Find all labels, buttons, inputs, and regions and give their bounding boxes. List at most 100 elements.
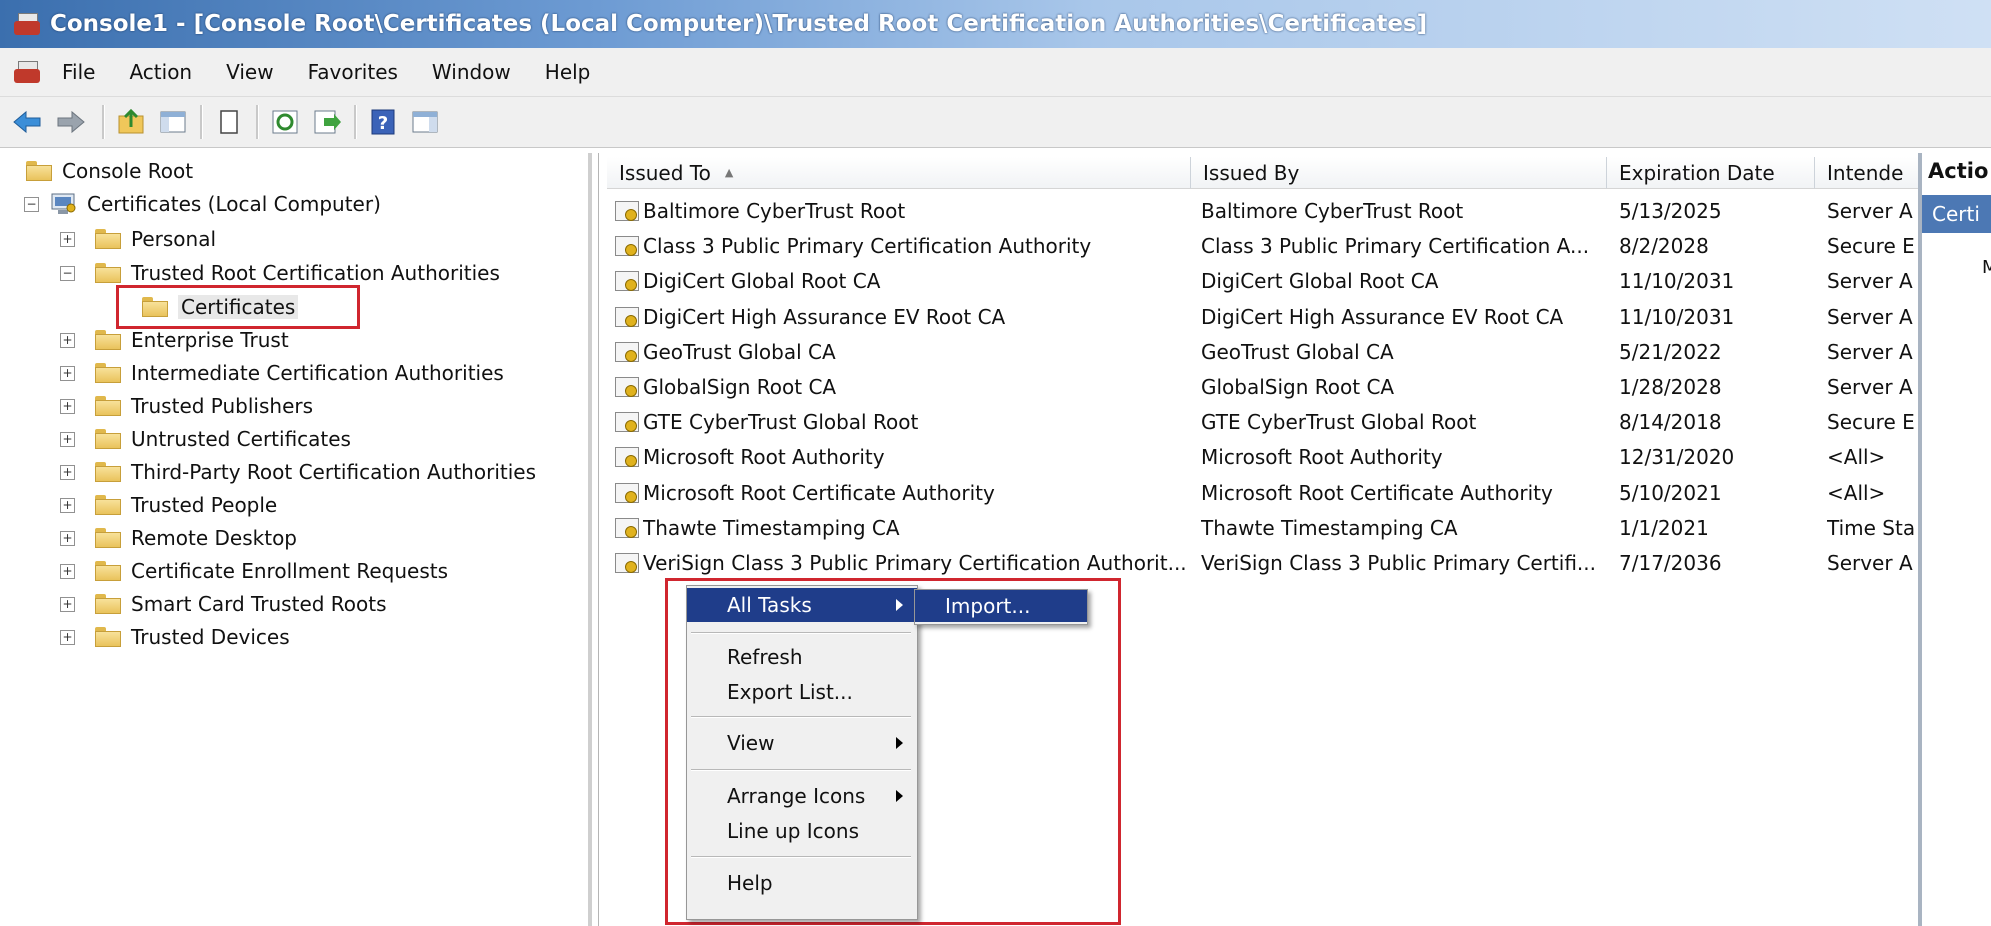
table-row[interactable]: Class 3 Public Primary Certification Aut… bbox=[607, 230, 1917, 265]
menu-view[interactable]: View bbox=[226, 60, 273, 84]
collapse-toggle[interactable]: − bbox=[24, 196, 39, 212]
tree-node-label: Personal bbox=[131, 227, 217, 251]
tree-item-third-party-root[interactable]: + Third-Party Root Certification Authori… bbox=[60, 457, 536, 487]
certificate-icon bbox=[615, 271, 639, 293]
folder-icon bbox=[95, 594, 121, 614]
tree-item-trusted-root[interactable]: − Trusted Root Certification Authorities bbox=[60, 258, 500, 288]
cell-issued-to: DigiCert High Assurance EV Root CA bbox=[643, 304, 1006, 329]
expand-toggle[interactable]: + bbox=[60, 464, 75, 480]
table-row[interactable]: VeriSign Class 3 Public Primary Certific… bbox=[607, 547, 1917, 582]
back-arrow-icon[interactable] bbox=[12, 107, 42, 137]
menu-item-refresh[interactable]: Refresh bbox=[687, 640, 917, 674]
cell-intended-purposes: Time Sta bbox=[1827, 515, 1916, 540]
menu-action[interactable]: Action bbox=[129, 60, 192, 84]
column-header-issued-to[interactable]: Issued To ▲ bbox=[607, 157, 1191, 189]
tree-item-personal[interactable]: + Personal bbox=[60, 224, 216, 254]
menu-item-arrange-icons[interactable]: Arrange Icons bbox=[687, 779, 917, 813]
cell-expiration-date: 1/28/2028 bbox=[1619, 375, 1722, 399]
expand-toggle[interactable]: + bbox=[60, 530, 75, 546]
tree-node-label: Trusted Publishers bbox=[131, 394, 314, 418]
tree-item-untrusted-certificates[interactable]: + Untrusted Certificates bbox=[60, 424, 351, 454]
expand-toggle[interactable]: + bbox=[60, 596, 75, 612]
menu-item-view[interactable]: View bbox=[687, 726, 917, 760]
table-row[interactable]: GlobalSign Root CA GlobalSign Root CA 1/28… bbox=[607, 371, 1917, 406]
tree-item-trusted-people[interactable]: + Trusted People bbox=[60, 490, 277, 520]
submenu-arrow-icon bbox=[896, 790, 903, 802]
certificate-icon bbox=[615, 341, 639, 364]
actions-section-certificates[interactable]: Certi bbox=[1922, 195, 1991, 233]
cell-expiration-date: 11/10/2031 bbox=[1619, 304, 1735, 329]
tree-item-remote-desktop[interactable]: + Remote Desktop bbox=[60, 523, 297, 553]
tree-item-enrollment-requests[interactable]: + Certificate Enrollment Requests bbox=[60, 556, 448, 586]
cell-expiration-date: 5/10/2021 bbox=[1619, 480, 1722, 505]
tree-item-enterprise-trust[interactable]: + Enterprise Trust bbox=[60, 325, 289, 355]
cell-issued-by: GTE CyberTrust Global Root bbox=[1201, 410, 1477, 435]
menu-file[interactable]: File bbox=[62, 60, 95, 84]
computer-certificates-icon bbox=[51, 192, 77, 216]
system-menu-icon[interactable] bbox=[12, 59, 42, 85]
menu-favorites[interactable]: Favorites bbox=[308, 60, 398, 84]
expand-toggle[interactable]: + bbox=[60, 332, 75, 348]
menu-item-import[interactable]: Import... bbox=[915, 590, 1087, 622]
column-header-expiration-date[interactable]: Expiration Date bbox=[1607, 157, 1815, 189]
menu-item-label: Refresh bbox=[727, 645, 803, 669]
collapse-toggle[interactable]: − bbox=[60, 265, 75, 281]
show-hide-tree-icon[interactable] bbox=[158, 107, 188, 137]
cell-issued-by: DigiCert Global Root CA bbox=[1201, 269, 1439, 294]
toolbar: ? bbox=[0, 97, 1991, 148]
export-list-icon[interactable] bbox=[312, 107, 342, 137]
column-header-intended-purposes[interactable]: Intende bbox=[1815, 157, 1919, 189]
tree-item-trusted-publishers[interactable]: + Trusted Publishers bbox=[60, 391, 313, 421]
cell-intended-purposes: Server A bbox=[1827, 339, 1913, 364]
menu-item-export-list[interactable]: Export List... bbox=[687, 675, 917, 709]
cell-issued-by: DigiCert High Assurance EV Root CA bbox=[1201, 304, 1564, 329]
expand-toggle[interactable]: + bbox=[60, 398, 75, 414]
expand-toggle[interactable]: + bbox=[60, 231, 75, 247]
table-row[interactable]: GeoTrust Global CA GeoTrust Global CA 5/21… bbox=[607, 336, 1917, 371]
expand-toggle[interactable]: + bbox=[60, 365, 75, 381]
folder-icon bbox=[95, 363, 121, 383]
menu-help[interactable]: Help bbox=[545, 60, 591, 84]
copy-icon[interactable] bbox=[214, 107, 244, 137]
tree-node-label: Console Root bbox=[62, 159, 194, 183]
table-row[interactable]: GTE CyberTrust Global Root GTE CyberTrust… bbox=[607, 406, 1917, 441]
menu-item-help[interactable]: Help bbox=[687, 866, 917, 900]
column-label: Issued To bbox=[619, 160, 711, 185]
forward-arrow-icon[interactable] bbox=[56, 107, 86, 137]
table-row[interactable]: Baltimore CyberTrust Root Baltimore Cyber… bbox=[607, 195, 1917, 230]
mmc-console-icon bbox=[12, 11, 42, 37]
cell-intended-purposes: Secure E bbox=[1827, 234, 1915, 259]
show-hide-action-pane-icon[interactable] bbox=[410, 107, 440, 137]
expand-toggle[interactable]: + bbox=[60, 431, 75, 447]
table-row[interactable]: DigiCert Global Root CA DigiCert Global R… bbox=[607, 265, 1917, 300]
tree-item-intermediate-ca[interactable]: + Intermediate Certification Authorities bbox=[60, 358, 504, 388]
table-row[interactable]: Microsoft Root Authority Microsoft Root A… bbox=[607, 441, 1917, 476]
console-tree-pane: Console Root − Certificates (Local Compu… bbox=[10, 153, 592, 926]
menu-item-all-tasks[interactable]: All Tasks bbox=[687, 588, 917, 622]
cell-intended-purposes: Server A bbox=[1827, 269, 1913, 294]
expand-toggle[interactable]: + bbox=[60, 563, 75, 579]
tree-console-root[interactable]: Console Root bbox=[26, 156, 193, 186]
tree-certificates-local-computer[interactable]: − Certificates (Local Computer) bbox=[24, 189, 381, 219]
up-folder-icon[interactable] bbox=[116, 107, 146, 137]
folder-icon bbox=[95, 330, 121, 350]
cell-issued-to: Microsoft Root Certificate Authority bbox=[643, 480, 995, 505]
title-bar: Console1 - [Console Root\Certificates (L… bbox=[0, 0, 1991, 48]
refresh-icon[interactable] bbox=[270, 107, 300, 137]
svg-text:?: ? bbox=[378, 113, 388, 134]
sort-ascending-icon: ▲ bbox=[724, 166, 734, 179]
expand-toggle[interactable]: + bbox=[60, 629, 75, 645]
tree-item-trusted-devices[interactable]: + Trusted Devices bbox=[60, 622, 290, 652]
menu-item-line-up-icons[interactable]: Line up Icons bbox=[687, 814, 917, 848]
cell-issued-to: Baltimore CyberTrust Root bbox=[643, 199, 906, 223]
table-row[interactable]: Thawte Timestamping CA Thawte Timestampin… bbox=[607, 512, 1917, 547]
cell-issued-by: Microsoft Root Certificate Authority bbox=[1201, 480, 1553, 505]
expand-toggle[interactable]: + bbox=[60, 497, 75, 513]
table-row[interactable]: Microsoft Root Certificate Authority Micr… bbox=[607, 477, 1917, 512]
actions-more-item[interactable]: M bbox=[1982, 257, 1991, 278]
column-header-issued-by[interactable]: Issued By bbox=[1191, 157, 1607, 189]
menu-window[interactable]: Window bbox=[432, 60, 511, 84]
help-icon[interactable]: ? bbox=[368, 107, 398, 137]
table-row[interactable]: DigiCert High Assurance EV Root CA DigiCe… bbox=[607, 301, 1917, 336]
tree-item-smart-card-roots[interactable]: + Smart Card Trusted Roots bbox=[60, 589, 387, 619]
